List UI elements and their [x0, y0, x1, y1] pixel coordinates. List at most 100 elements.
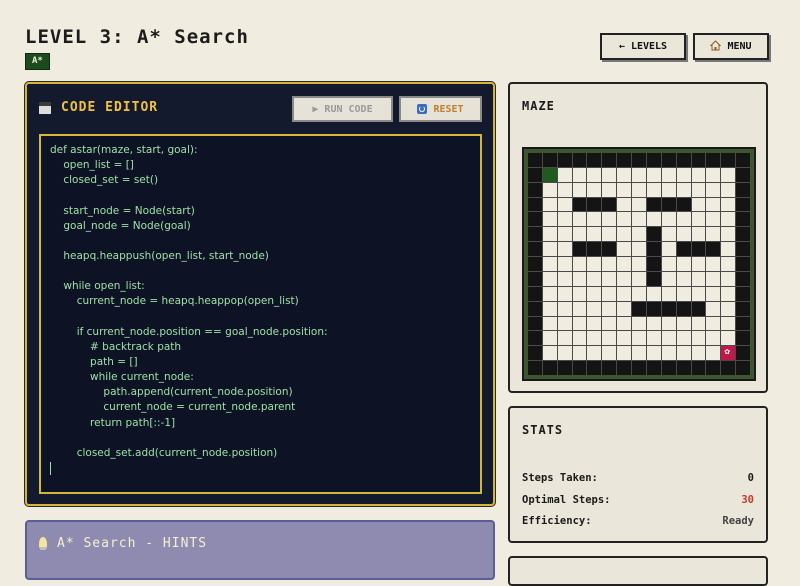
maze-wall-cell — [736, 197, 750, 212]
maze-cell — [602, 167, 617, 182]
maze-wall-cell — [528, 331, 542, 346]
maze-cell — [587, 331, 602, 346]
code-line: heapq.heappush(open_list, start_node) — [50, 249, 269, 262]
maze-wall-cell — [528, 153, 542, 167]
maze-cell — [602, 227, 617, 242]
maze-cell — [542, 316, 557, 331]
maze-wall-cell — [706, 153, 721, 167]
maze-cell — [691, 316, 706, 331]
maze-wall-cell — [736, 227, 750, 242]
maze-cell — [617, 242, 632, 257]
maze-cell — [572, 212, 587, 227]
maze-cell — [632, 316, 646, 331]
maze-cell — [542, 242, 557, 257]
maze-cell — [691, 257, 706, 271]
maze-cell — [557, 227, 572, 242]
house-icon — [710, 39, 722, 54]
reset-label: RESET — [433, 103, 464, 115]
maze-wall-cell — [646, 227, 661, 242]
maze-cell — [617, 346, 632, 361]
maze-wall-cell — [646, 257, 661, 271]
code-textarea[interactable]: def astar(maze, start, goal): open_list … — [39, 134, 482, 494]
hints-panel[interactable]: A* Search - HINTS — [25, 520, 495, 580]
reset-button[interactable]: RESET — [399, 96, 482, 122]
maze-cell — [721, 197, 736, 212]
code-line: start_node = Node(start) — [50, 204, 195, 217]
maze-wall-cell — [676, 153, 691, 167]
maze-wall-cell — [676, 301, 691, 316]
maze-cell — [542, 346, 557, 361]
maze-wall-cell — [617, 153, 632, 167]
maze-cell — [646, 346, 661, 361]
maze-wall-cell — [572, 361, 587, 375]
maze-cell — [557, 286, 572, 301]
maze-cell — [557, 167, 572, 182]
maze-cell — [542, 212, 557, 227]
maze-wall-cell — [617, 361, 632, 375]
maze-cell — [676, 182, 691, 197]
maze-cell — [691, 271, 706, 286]
stat-efficiency-value: Ready — [722, 515, 754, 527]
maze-wall-cell — [691, 301, 706, 316]
code-editor-title: CODE EDITOR — [61, 100, 159, 115]
maze-cell — [557, 242, 572, 257]
maze-wall-cell — [706, 242, 721, 257]
maze-wall-cell — [632, 153, 646, 167]
maze-cell — [617, 212, 632, 227]
secondary-panel — [508, 556, 768, 586]
maze-cell — [572, 182, 587, 197]
maze-wall-cell — [528, 242, 542, 257]
maze-cell — [721, 227, 736, 242]
maze-wall-cell — [646, 242, 661, 257]
stat-efficiency-label: Efficiency: — [522, 515, 592, 527]
maze-cell — [602, 257, 617, 271]
maze-wall-cell — [646, 361, 661, 375]
run-code-label: ▶ RUN CODE — [312, 103, 373, 115]
maze-cell — [721, 257, 736, 271]
maze-wall-cell — [587, 153, 602, 167]
maze-cell — [691, 286, 706, 301]
maze-board: ✿ — [522, 147, 756, 381]
levels-button[interactable]: ← LEVELS — [600, 33, 686, 60]
maze-cell — [632, 271, 646, 286]
maze-cell — [691, 346, 706, 361]
stat-optimal-steps: Optimal Steps: 30 — [522, 494, 754, 506]
code-editor-header: CODE EDITOR — [39, 100, 158, 115]
maze-wall-cell — [736, 182, 750, 197]
maze-cell — [676, 257, 691, 271]
maze-goal-cell: ✿ — [721, 346, 736, 361]
maze-cell — [617, 331, 632, 346]
maze-cell — [706, 197, 721, 212]
maze-cell — [602, 301, 617, 316]
menu-button[interactable]: MENU — [693, 33, 769, 60]
maze-wall-cell — [736, 316, 750, 331]
hints-header: A* Search - HINTS — [39, 536, 207, 551]
maze-wall-cell — [528, 286, 542, 301]
maze-cell — [557, 212, 572, 227]
maze-wall-cell — [676, 361, 691, 375]
maze-wall-cell — [646, 271, 661, 286]
maze-cell — [572, 257, 587, 271]
maze-panel: MAZE ✿ — [508, 82, 768, 393]
run-code-button[interactable]: ▶ RUN CODE — [292, 96, 393, 122]
maze-wall-cell — [528, 227, 542, 242]
maze-wall-cell — [736, 212, 750, 227]
maze-wall-cell — [528, 197, 542, 212]
maze-cell — [646, 316, 661, 331]
maze-cell — [676, 271, 691, 286]
stat-steps-value: 0 — [747, 472, 754, 484]
maze-wall-cell — [587, 361, 602, 375]
maze-cell — [572, 227, 587, 242]
maze-wall-cell — [721, 361, 736, 375]
computer-icon — [39, 101, 51, 114]
maze-cell — [557, 197, 572, 212]
lightbulb-icon — [39, 537, 47, 550]
maze-cell — [617, 301, 632, 316]
maze-wall-cell — [676, 242, 691, 257]
maze-cell — [617, 271, 632, 286]
maze-wall-cell — [587, 197, 602, 212]
maze-wall-cell — [602, 242, 617, 257]
maze-cell — [706, 316, 721, 331]
